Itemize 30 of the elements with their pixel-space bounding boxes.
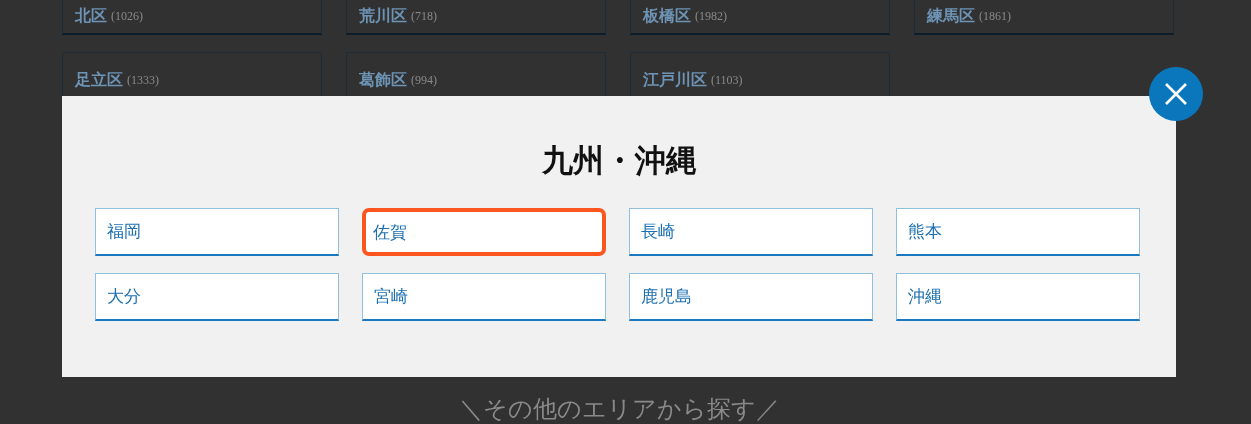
prefecture-button[interactable]: 沖縄 — [896, 273, 1140, 321]
prefecture-button[interactable]: 宮崎 — [362, 273, 606, 321]
ward-name: 荒川区 — [359, 5, 407, 27]
prefecture-button[interactable]: 長崎 — [629, 208, 873, 256]
prefecture-button[interactable]: 大分 — [95, 273, 339, 321]
ward-count: (1333) — [127, 73, 159, 88]
ward-count: (1982) — [695, 8, 727, 24]
close-button[interactable] — [1149, 67, 1203, 121]
ward-name: 練馬区 — [927, 5, 975, 27]
modal-title: 九州・沖縄 — [541, 141, 697, 180]
ward-count: (718) — [411, 8, 437, 24]
ward-card[interactable]: 北区 (1026) — [62, 0, 322, 35]
section-heading: ＼その他のエリアから探す／ — [459, 394, 780, 424]
ward-card[interactable]: 荒川区 (718) — [346, 0, 606, 35]
prefecture-button[interactable]: 鹿児島 — [629, 273, 873, 321]
ward-count: (1026) — [111, 8, 143, 24]
prefecture-button[interactable]: 佐賀 — [362, 208, 606, 256]
prefecture-button[interactable]: 福岡 — [95, 208, 339, 256]
ward-name: 葛飾区 — [359, 70, 407, 91]
ward-card[interactable]: 練馬区 (1861) — [914, 0, 1174, 35]
ward-name: 江戸川区 — [643, 70, 707, 91]
ward-name: 北区 — [75, 5, 107, 27]
ward-name: 足立区 — [75, 70, 123, 91]
prefecture-button[interactable]: 熊本 — [896, 208, 1140, 256]
ward-count: (1861) — [979, 8, 1011, 24]
ward-card[interactable]: 板橋区 (1982) — [630, 0, 890, 35]
close-icon — [1164, 82, 1188, 106]
ward-count: (1103) — [711, 73, 743, 88]
ward-count: (994) — [411, 73, 437, 88]
ward-name: 板橋区 — [643, 5, 691, 27]
